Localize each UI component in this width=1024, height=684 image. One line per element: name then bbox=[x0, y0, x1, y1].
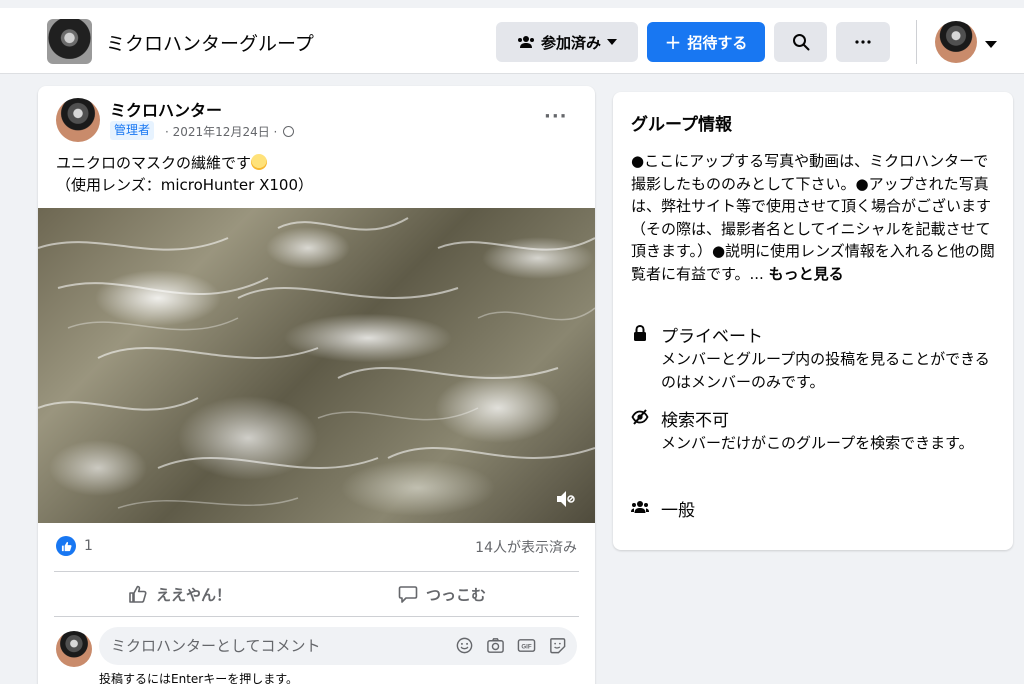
thumbs-up-icon bbox=[129, 585, 147, 603]
privacy-description: メンバーとグループ内の投稿を見ることができるのはメンバーのみです。 bbox=[661, 350, 990, 391]
invite-button[interactable]: + 招待する bbox=[647, 22, 765, 62]
group-info-title: グループ情報 bbox=[631, 115, 732, 135]
post-text: ユニクロのマスクの繊維です （使用レンズ：microHunter X100） bbox=[56, 152, 313, 196]
mute-icon[interactable] bbox=[554, 488, 576, 510]
svg-text:GIF: GIF bbox=[521, 643, 531, 650]
comment-hint: 投稿するにはEnterキーを押します。 bbox=[99, 672, 299, 684]
comment-button[interactable]: つっこむ bbox=[398, 580, 486, 608]
more-dots-icon bbox=[855, 40, 871, 44]
fiber-strands bbox=[38, 217, 595, 509]
divider bbox=[54, 616, 579, 617]
smile-emoji-icon bbox=[251, 154, 268, 170]
invite-label: 招待する bbox=[687, 33, 748, 52]
commenter-avatar[interactable] bbox=[56, 631, 92, 667]
account-chevron-icon[interactable] bbox=[985, 41, 997, 48]
emoji-icon[interactable] bbox=[455, 636, 474, 655]
search-visibility-description: メンバーだけがこのグループを検索できます。 bbox=[661, 434, 974, 452]
search-visibility-label: 検索不可 bbox=[661, 411, 729, 431]
group-description: ●ここにアップする写真や動画は、ミクロハンターで撮影したもののみとして下さい。●… bbox=[631, 150, 1001, 285]
search-icon bbox=[792, 34, 809, 51]
comment-tools: GIF bbox=[455, 636, 567, 655]
post-options-button[interactable]: ··· bbox=[544, 106, 568, 127]
divider bbox=[54, 571, 579, 572]
more-options-button[interactable] bbox=[836, 22, 890, 62]
post-text-line1: ユニクロのマスクの繊維です bbox=[56, 154, 252, 172]
view-count[interactable]: 14人が表示済み bbox=[475, 537, 577, 557]
profile-avatar[interactable] bbox=[935, 21, 977, 63]
camera-icon[interactable] bbox=[486, 636, 505, 655]
like-reaction-icon bbox=[56, 536, 76, 556]
comment-icon bbox=[398, 586, 418, 603]
post-author-name[interactable]: ミクロハンター bbox=[110, 97, 222, 121]
group-thumbnail[interactable] bbox=[47, 19, 92, 64]
group-audience-icon bbox=[283, 126, 295, 137]
joined-button[interactable]: 参加済み bbox=[496, 22, 638, 62]
chevron-down-icon bbox=[607, 39, 617, 45]
eye-slash-icon bbox=[631, 409, 649, 425]
members-icon bbox=[517, 36, 534, 48]
post-text-line2: （使用レンズ：microHunter X100） bbox=[56, 176, 313, 194]
comment-label: つっこむ bbox=[426, 585, 487, 604]
plus-icon: + bbox=[664, 30, 682, 54]
joined-label: 参加済み bbox=[540, 33, 601, 52]
comment-input[interactable] bbox=[111, 627, 431, 665]
post-card: ミクロハンター 管理者 · 2021年12月24日 · ··· ユニクロのマスク… bbox=[38, 86, 595, 684]
group-description-text: ●ここにアップする写真や動画は、ミクロハンターで撮影したもののみとして下さい。●… bbox=[631, 152, 995, 283]
gif-icon[interactable]: GIF bbox=[517, 636, 536, 655]
post-video[interactable] bbox=[38, 208, 595, 523]
group-header: ミクロハンターグループ 参加済み + 招待する bbox=[0, 8, 1024, 74]
header-divider bbox=[916, 20, 917, 64]
group-members-icon bbox=[631, 501, 649, 513]
like-label: ええやん！ bbox=[156, 585, 232, 604]
sticker-icon[interactable] bbox=[548, 636, 567, 655]
group-info-card: グループ情報 ●ここにアップする写真や動画は、ミクロハンターで撮影したもののみと… bbox=[613, 92, 1013, 550]
group-name[interactable]: ミクロハンターグループ bbox=[106, 29, 314, 56]
lock-icon bbox=[634, 324, 646, 341]
post-author-avatar[interactable] bbox=[56, 98, 100, 142]
search-button[interactable] bbox=[774, 22, 827, 62]
like-count: 1 bbox=[84, 538, 93, 554]
admin-badge: 管理者 bbox=[110, 121, 155, 140]
see-more-link[interactable]: もっと見る bbox=[769, 265, 844, 283]
comment-box: GIF bbox=[99, 627, 577, 665]
privacy-label: プライベート bbox=[661, 327, 763, 347]
reaction-summary[interactable]: 1 bbox=[56, 536, 93, 556]
general-label: 一般 bbox=[661, 501, 695, 521]
post-meta[interactable]: · 2021年12月24日 · bbox=[165, 123, 295, 140]
post-date[interactable]: · 2021年12月24日 · bbox=[165, 125, 277, 139]
like-button[interactable]: ええやん！ bbox=[128, 580, 231, 608]
